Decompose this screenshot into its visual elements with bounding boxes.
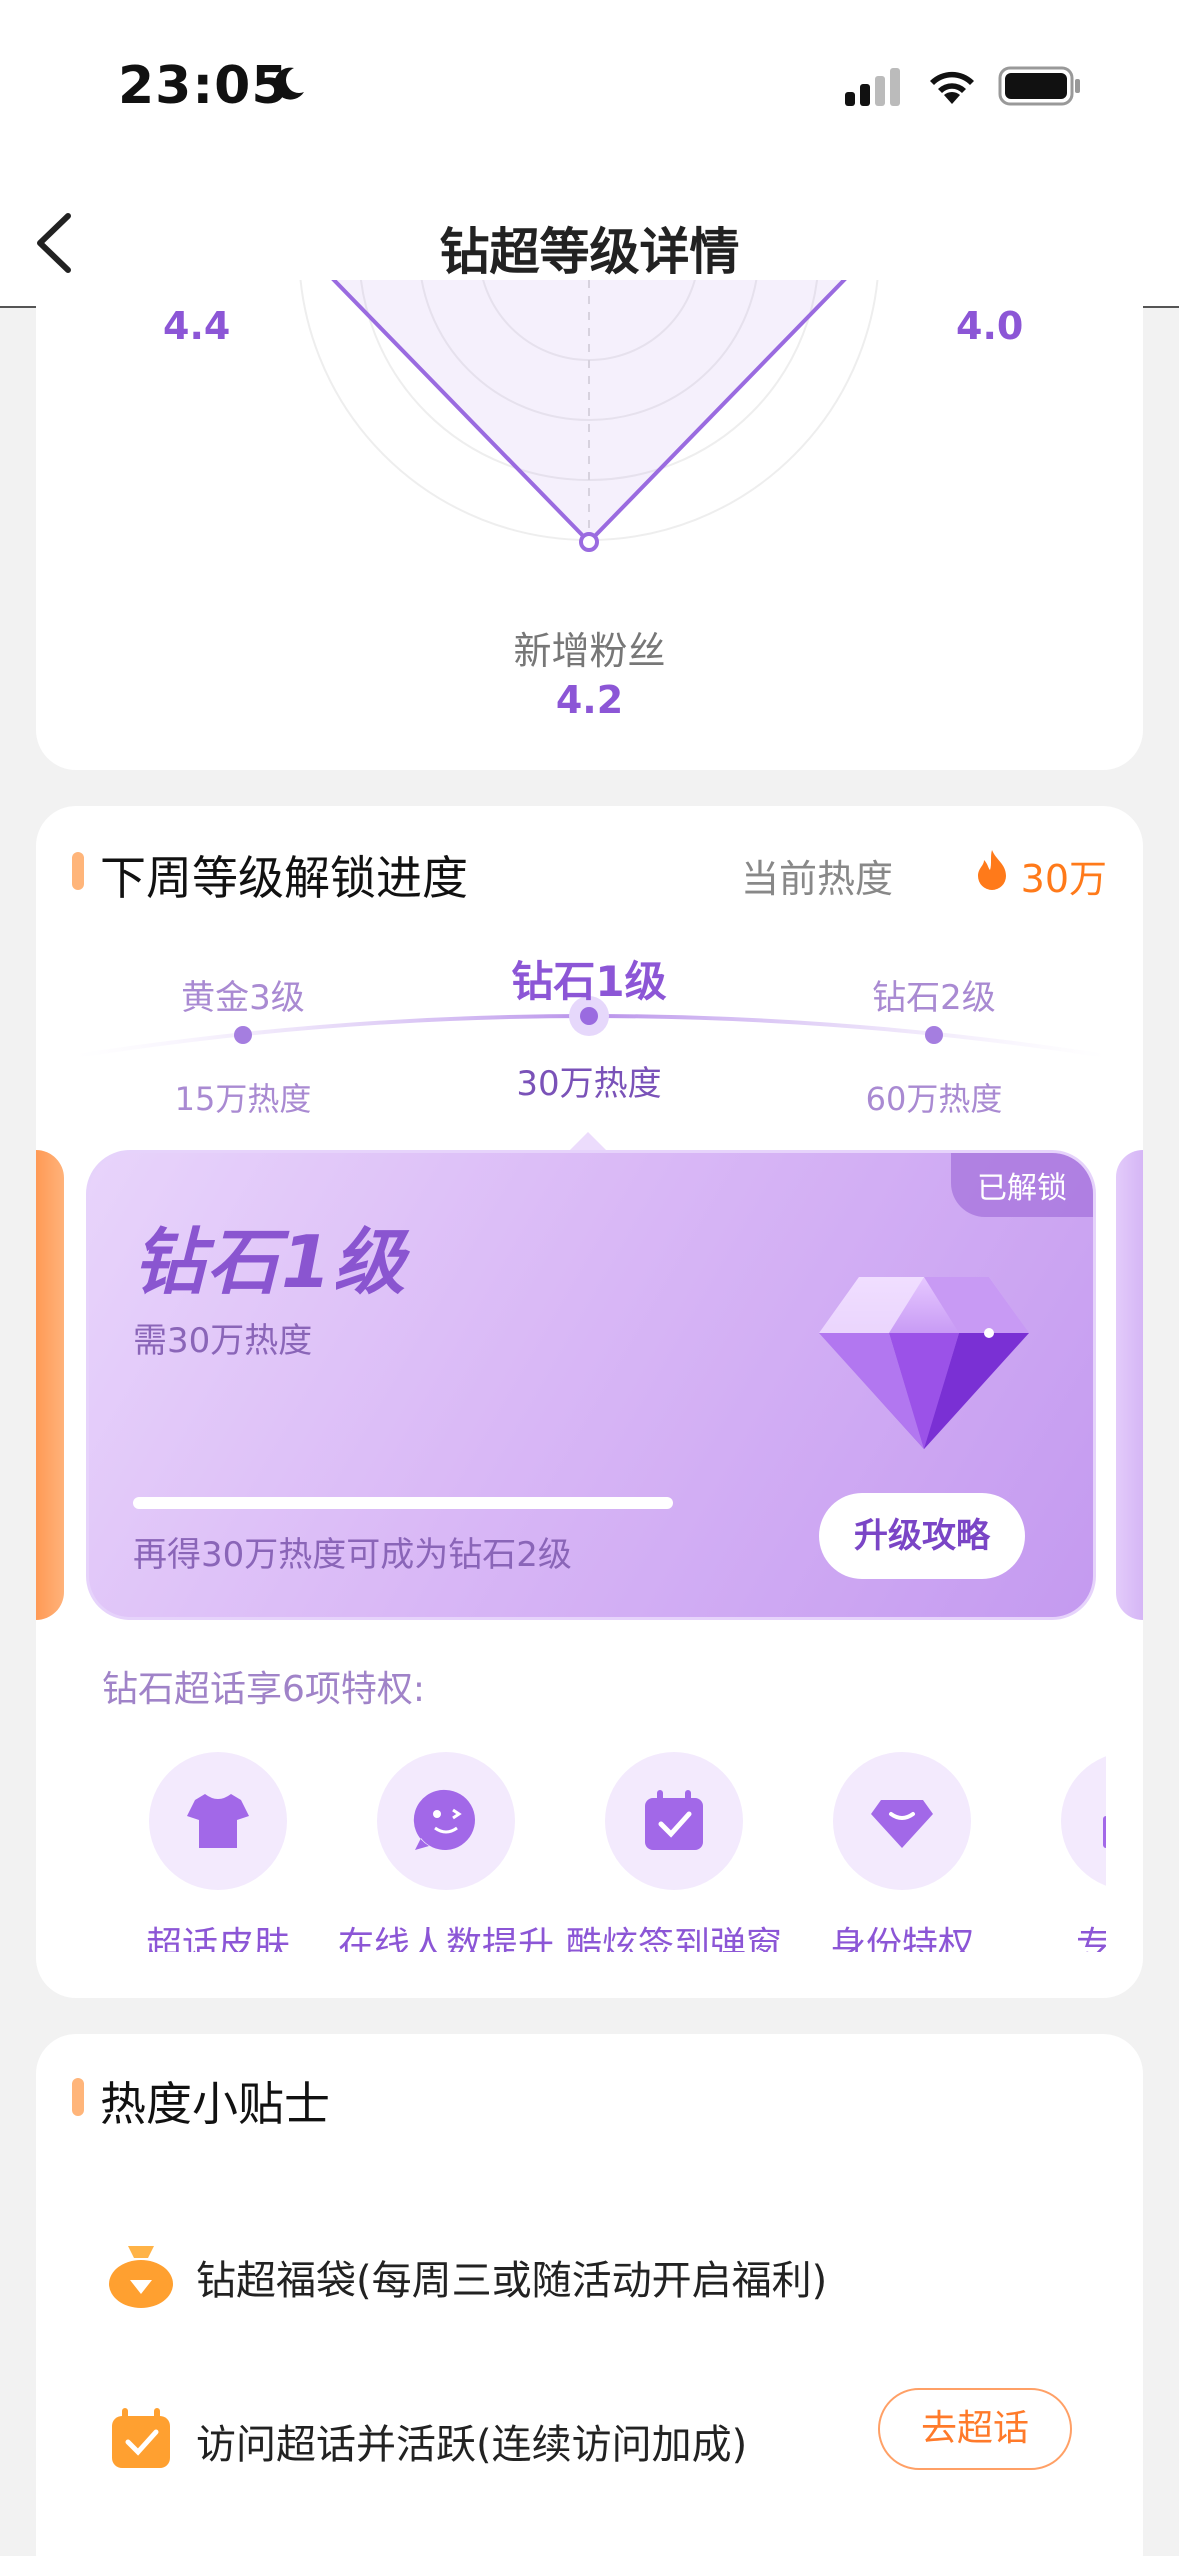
level-current-name[interactable]: 钻石1级 [439,948,739,1009]
tip-text: 访问超话并活跃(连续访问加成) [196,2422,748,2468]
page-title: 钻超等级详情 [439,223,740,281]
calendar-check-icon [112,2408,170,2468]
level-prev-heat: 15万热度 [174,1080,312,1118]
tier-card-prev[interactable] [36,1150,64,1620]
status-bar: 23:05 [0,0,1179,170]
status-time: 23:05 [118,56,289,116]
current-heat-value: 30万 [1020,857,1107,901]
gem-badge-icon [871,1800,933,1848]
signal-icon [845,68,900,106]
lucky-bag-icon [109,2246,173,2308]
level-next-name[interactable]: 钻石2级 [784,970,1084,1019]
radar-card: 4.4 4.0 新增粉丝 4.2 [36,280,1143,770]
privilege-checkin-popup[interactable]: 酷炫签到弹窗 [560,1752,788,1952]
privilege-online-boost[interactable]: 在线人数提升 [332,1752,560,1952]
moon-icon [274,67,304,100]
section-marker [72,852,84,890]
privilege-identity[interactable]: 身份特权 [788,1752,1016,1952]
unlock-progress-card: 下周等级解锁进度 当前热度 30万 黄金3级 15万热度 钻石1级 30万热度 … [36,806,1143,1998]
calendar-check-icon [645,1790,703,1850]
thumb-icon [1103,1816,1106,1848]
privilege-exclusive[interactable]: 专属扌 [1016,1752,1106,1952]
flame-icon [978,850,1006,890]
tier-name: 钻石1级 [133,1220,408,1304]
privilege-skin[interactable]: 超话皮肤 [104,1752,332,1952]
tier-card-current[interactable]: 已解锁 钻石1级 需30万热度 再得30万热度可成为钻石2级 升级攻略 [86,1150,1096,1620]
battery-icon [998,66,1080,106]
privileges-row[interactable]: 超话皮肤 在线人数提升 酷炫签到弹窗 身份特权 专属扌 [36,1752,1106,1952]
level-next-heat: 60万热度 [865,1080,1003,1118]
tips-section-title: 热度小贴士 [100,2077,330,2131]
shirt-icon [187,1794,249,1848]
tier-requirement: 需30万热度 [133,1321,313,1361]
radar-bottom-label: 新增粉丝 [513,629,666,673]
wifi-icon [930,71,974,104]
radar-bottom-value: 4.2 [555,678,624,722]
privileges-title: 钻石超话享6项特权: [102,1669,426,1710]
level-prev-name: 黄金3级 [181,978,305,1018]
tip-text: 钻超福袋(每周三或随活动开启福利) [196,2258,828,2304]
upgrade-guide-button[interactable]: 升级攻略 [819,1493,1025,1579]
tips-card: 热度小贴士 钻超福袋(每周三或随活动开启福利) 访问超话并活跃(连续访问加成) … [36,2034,1143,2556]
section-marker [72,2078,84,2116]
radar-left-value: 4.4 [163,304,231,348]
current-heat-label: 当前热度 [740,857,893,901]
tier-tip: 再得30万热度可成为钻石2级 [133,1535,572,1575]
radar-right-value: 4.0 [956,304,1024,348]
wink-face-icon [413,1789,475,1850]
unlocked-badge: 已解锁 [951,1153,1093,1217]
tier-card-next[interactable] [1116,1150,1143,1620]
level-current-heat: 30万热度 [516,1064,662,1104]
unlock-section-title: 下周等级解锁进度 [100,851,468,905]
diamond-icon [819,1277,1029,1449]
go-super-topic-button[interactable]: 去超话 [878,2388,1072,2470]
tier-progress-bar [133,1497,673,1509]
